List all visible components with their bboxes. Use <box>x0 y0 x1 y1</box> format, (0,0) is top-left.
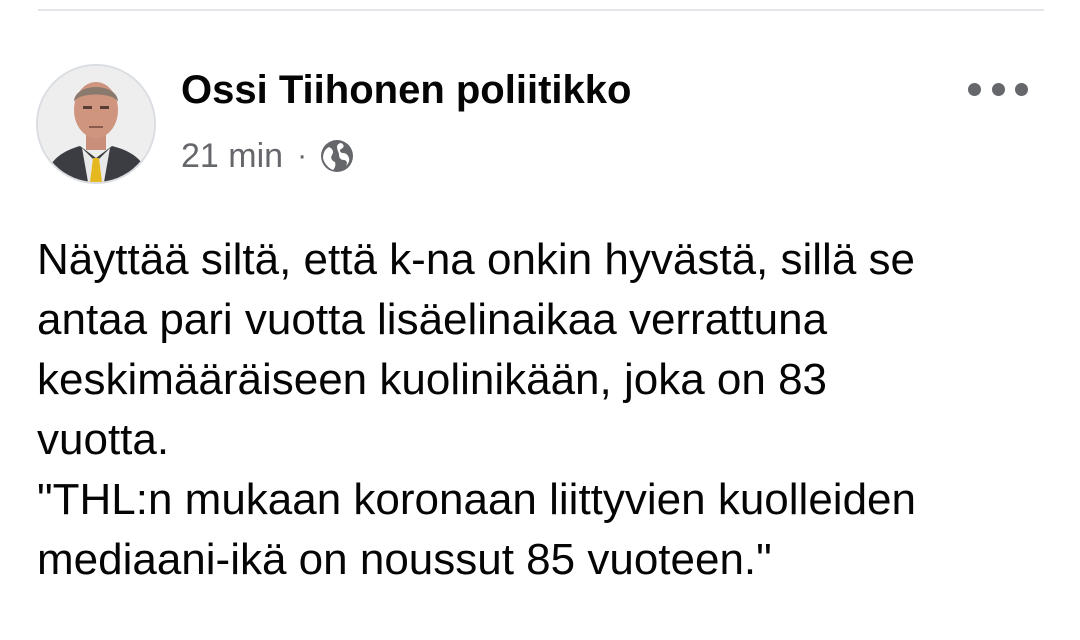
more-options-icon[interactable] <box>968 72 1028 106</box>
author-name[interactable]: Ossi Tiihonen poliitikko <box>181 68 631 113</box>
post-text-line: keskimääräiseen kuolinikään, joka on 83 <box>37 355 828 404</box>
post-timestamp[interactable]: 21 min <box>181 137 283 176</box>
more-dot <box>1015 82 1028 96</box>
post-text-line: antaa pari vuotta lisäelinaikaa verrattu… <box>37 295 828 344</box>
post-meta: 21 min · <box>181 134 355 178</box>
facebook-post: Ossi Tiihonen poliitikko 21 min · Näyttä… <box>0 0 1080 640</box>
globe-icon[interactable] <box>319 138 355 174</box>
meta-separator: · <box>297 139 308 172</box>
post-text-line: vuotta. <box>37 415 170 464</box>
post-body: Näyttää siltä, että k-na onkin hyvästä, … <box>37 230 1047 590</box>
more-dot <box>991 82 1005 96</box>
post-text-line: "THL:n mukaan koronaan liittyvien kuolle… <box>37 475 916 524</box>
post-text-line: mediaani-ikä on noussut 85 vuoteen." <box>37 535 772 584</box>
post-text-line: Näyttää siltä, että k-na onkin hyvästä, … <box>37 235 915 284</box>
avatar[interactable] <box>36 64 156 184</box>
divider <box>38 9 1044 11</box>
more-dot <box>968 82 981 96</box>
profile-photo <box>38 66 154 182</box>
